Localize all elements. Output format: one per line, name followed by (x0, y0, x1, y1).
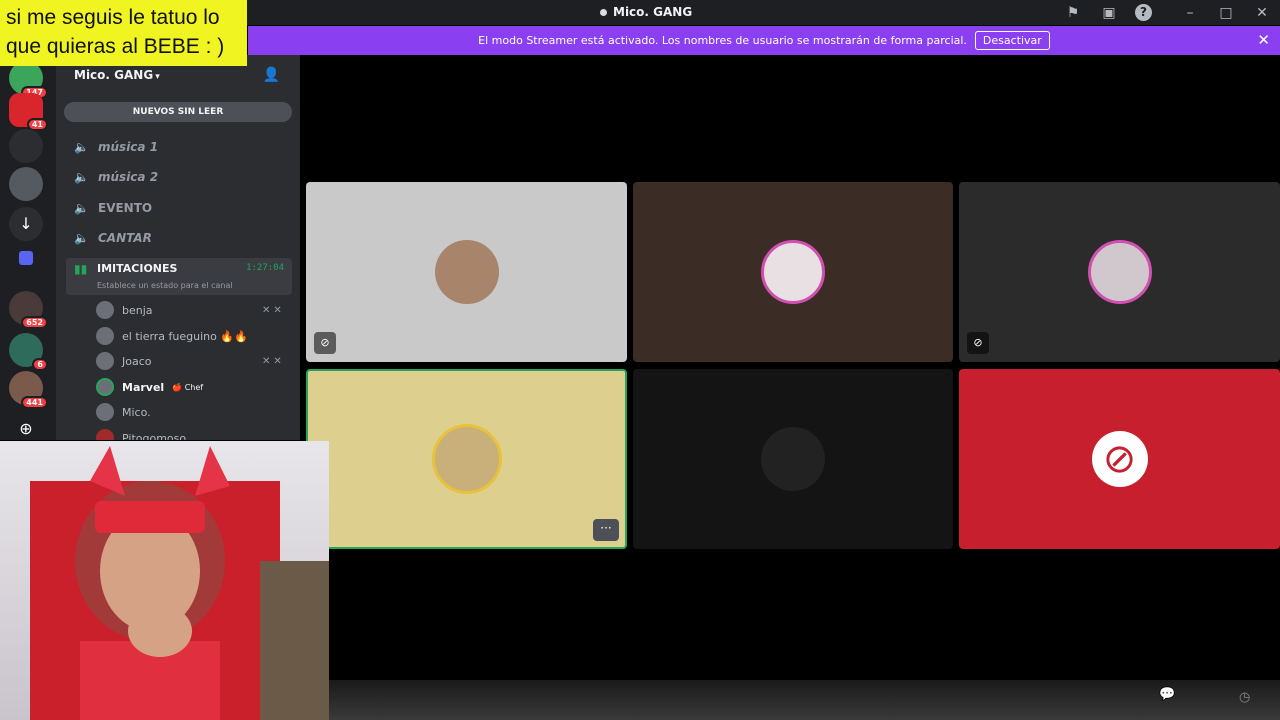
member-name: Marvel (122, 380, 165, 394)
voice-member[interactable]: Pitogomoso (96, 429, 186, 440)
help-icon[interactable]: ? (1135, 4, 1152, 21)
new-unread-pill[interactable]: NUEVOS SIN LEER (64, 102, 292, 122)
channel-name: música 2 (98, 170, 159, 184)
avatar (431, 424, 502, 494)
maximize-icon[interactable]: □ (1208, 5, 1244, 21)
member-name: Joaco (122, 354, 152, 368)
voice-tile[interactable]: ⊘ (959, 182, 1280, 362)
activity-icon[interactable]: ◷ (1239, 690, 1250, 705)
avatar (96, 403, 114, 421)
active-voice-channel[interactable]: ▮▮ IMITACIONES 1:27:04 Establece un esta… (66, 258, 292, 295)
deafened-icon: ⊘ (967, 332, 989, 354)
channel-sidebar: Mico. GANG ▾ 👤 NUEVOS SIN LEER 🔈 música 1… (56, 55, 300, 440)
member-name: Mico. (122, 405, 151, 419)
voice-tile[interactable]: ⊘ (306, 182, 627, 362)
streamer-mode-banner: El modo Streamer está activado. Los nomb… (248, 26, 1280, 55)
member-name: el tierra fueguino 🔥🔥 (122, 329, 248, 343)
channel-evento[interactable]: 🔈 EVENTO (74, 201, 152, 215)
muted-deafened-icon: ✕✕ (262, 355, 285, 367)
close-icon[interactable]: ✕ (1244, 5, 1280, 21)
chevron-down-icon: ▾ (155, 72, 160, 82)
speaker-icon: 🔈 (74, 201, 89, 215)
inbox-icon[interactable]: ▣ (1091, 5, 1127, 21)
avatar (96, 352, 114, 370)
speaker-icon: 🔈 (74, 231, 89, 245)
channel-status[interactable]: Establece un estado para el canal (97, 281, 233, 290)
webcam-overlay (0, 441, 329, 720)
avatar (761, 427, 825, 491)
avatar (1087, 240, 1152, 304)
no-entry-icon: ⊘ (1091, 431, 1148, 487)
invite-icon[interactable]: 👤 (263, 67, 280, 83)
voice-member[interactable]: Joaco ✕✕ (96, 352, 282, 370)
muted-deafened-icon: ✕✕ (262, 304, 285, 316)
server-icon-5[interactable]: 652 (9, 291, 48, 329)
avatar (96, 327, 114, 345)
server-badge: 652 (21, 316, 48, 329)
channel-name: EVENTO (98, 201, 153, 215)
guild-name-text: Mico. GANG (74, 68, 154, 82)
stream-overlay-text: si me seguis le tatuo lo que quieras al … (0, 0, 247, 66)
speaker-icon: 🔈 (74, 140, 89, 154)
folder-icon[interactable] (19, 251, 33, 265)
member-tag: 🍎 Chef (172, 382, 204, 392)
channel-name: música 1 (98, 140, 159, 154)
voice-member-speaking[interactable]: Marvel 🍎 Chef (96, 378, 203, 396)
more-icon[interactable]: ··· (593, 519, 619, 541)
avatar (434, 240, 499, 304)
avatar (96, 429, 114, 440)
avatar (96, 301, 114, 319)
server-icon-2[interactable]: 41 (9, 93, 48, 131)
speaker-icon: 🔈 (74, 170, 89, 184)
server-badge: 441 (21, 396, 48, 409)
banner-close-icon[interactable]: ✕ (1257, 31, 1270, 49)
avatar (761, 240, 825, 304)
voice-tile[interactable] (633, 369, 953, 549)
server-icon (600, 8, 607, 16)
channel-musica-1[interactable]: 🔈 música 1 (74, 140, 158, 154)
guild-name[interactable]: Mico. GANG ▾ (74, 68, 160, 82)
voice-member[interactable]: benja ✕✕ (96, 301, 282, 319)
channel-name: CANTAR (98, 231, 152, 245)
chat-icon[interactable]: 💬 (1159, 687, 1175, 702)
server-badge: 6 (32, 358, 48, 371)
member-name: Pitogomoso (122, 431, 187, 441)
voice-tile[interactable] (633, 182, 953, 362)
call-timer: 1:27:04 (246, 263, 284, 273)
voice-tile[interactable]: ⊘ (959, 369, 1280, 549)
voice-active-icon: ▮▮ (74, 262, 88, 276)
window-title-text: Mico. GANG (613, 5, 693, 19)
deactivate-button[interactable]: Desactivar (974, 31, 1050, 50)
avatar (96, 378, 114, 396)
member-name: benja (122, 303, 153, 317)
channel-musica-2[interactable]: 🔈 música 2 (74, 170, 158, 184)
download-icon[interactable]: ↓ (9, 207, 43, 241)
banner-text: El modo Streamer está activado. Los nomb… (478, 34, 967, 47)
call-control-bar: 💬 ◷ (329, 680, 1280, 720)
voice-member[interactable]: Mico. (96, 403, 151, 421)
window-title: Mico. GANG (600, 5, 692, 19)
voice-member[interactable]: el tierra fueguino 🔥🔥 (96, 327, 248, 345)
channel-cantar[interactable]: 🔈 CANTAR (74, 231, 152, 245)
title-bar-icons: ⚑ ▣ ? – □ ✕ (1055, 0, 1280, 25)
server-icon-6[interactable]: 6 (9, 333, 48, 371)
webcam-feed (30, 446, 329, 720)
minimize-icon[interactable]: – (1172, 5, 1208, 21)
flag-icon[interactable]: ⚑ (1055, 5, 1091, 21)
server-list: 147 41 ↓ 652 6 441 ⊕ (0, 55, 56, 440)
server-icon-7[interactable]: 441 (9, 371, 48, 409)
server-icon-1[interactable]: 147 (9, 61, 48, 99)
voice-tile-speaking[interactable]: ··· (306, 369, 627, 549)
server-icon-3[interactable] (9, 129, 43, 163)
active-channel-name: IMITACIONES (97, 262, 178, 275)
deafened-icon: ⊘ (314, 332, 336, 354)
add-server-icon[interactable]: ⊕ (16, 419, 36, 439)
server-icon-4[interactable] (9, 167, 43, 201)
